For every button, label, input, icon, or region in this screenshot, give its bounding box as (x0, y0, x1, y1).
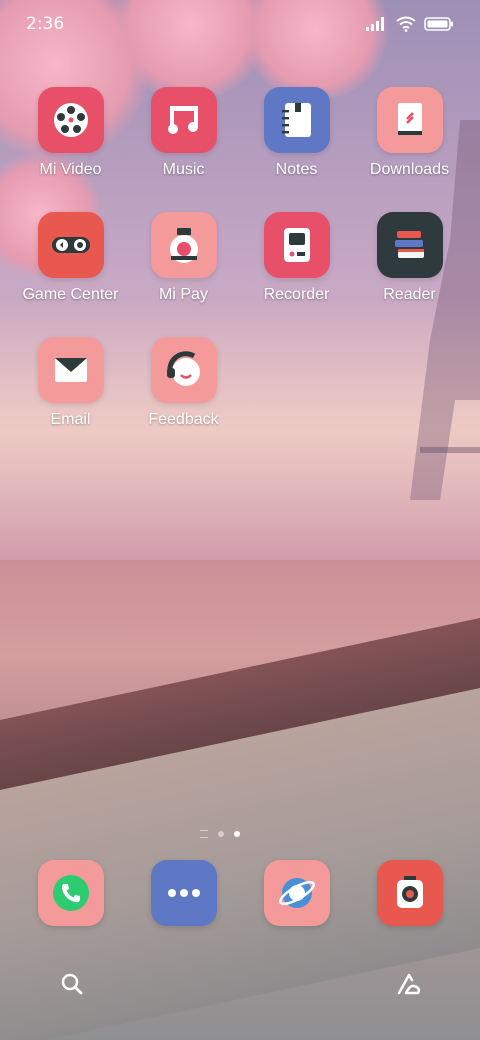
app-notes[interactable]: Notes (240, 87, 353, 179)
books-icon (376, 212, 443, 278)
app-game-center[interactable]: Game Center (14, 212, 127, 304)
film-reel-icon (37, 87, 104, 153)
signal-icon (366, 17, 384, 31)
dock-browser[interactable] (264, 860, 330, 926)
music-note-icon (150, 87, 217, 153)
app-recorder[interactable]: Recorder (240, 212, 353, 304)
app-feedback[interactable]: Feedback (127, 337, 240, 429)
page-dot (218, 831, 224, 837)
app-label: Recorder (263, 286, 330, 303)
app-music[interactable]: Music (127, 87, 240, 179)
messages-icon (168, 889, 200, 897)
status-bar: 2:36 (0, 0, 480, 50)
wifi-icon (396, 16, 416, 32)
app-label: Game Center (22, 286, 119, 303)
status-time: 2:36 (26, 14, 65, 34)
app-email[interactable]: Email (14, 337, 127, 429)
app-label: Notes (275, 161, 318, 178)
app-label: Mi Video (39, 161, 102, 178)
status-icons (366, 16, 454, 32)
gamepad-icon (37, 212, 104, 278)
page-indicator[interactable] (200, 830, 240, 838)
browser-icon (279, 878, 315, 908)
app-label: Email (50, 411, 91, 428)
home-screen: 2:36 Mi Video Music Notes Downloads Game… (0, 0, 480, 1040)
app-mi-pay[interactable]: Mi Pay (127, 212, 240, 304)
assistant-button[interactable] (384, 958, 436, 1010)
recorder-icon (263, 212, 330, 278)
app-reader[interactable]: Reader (353, 212, 466, 304)
assistant-icon (397, 973, 421, 995)
phone-icon (53, 875, 89, 911)
headset-icon (150, 337, 217, 403)
app-mi-video[interactable]: Mi Video (14, 87, 127, 179)
app-label: Downloads (369, 161, 450, 178)
app-label: Mi Pay (159, 286, 208, 303)
app-label: Music (162, 161, 205, 178)
page-dot-active (234, 831, 240, 837)
download-tray-icon (376, 87, 443, 153)
app-label: Feedback (148, 411, 219, 428)
app-downloads[interactable]: Downloads (353, 87, 466, 179)
dock-messages[interactable] (151, 860, 217, 926)
battery-icon (424, 17, 453, 31)
dock-camera[interactable] (377, 860, 443, 926)
camera-icon (397, 876, 423, 908)
search-button[interactable] (46, 958, 98, 1010)
search-icon (61, 973, 83, 995)
page-indicator-list (200, 830, 208, 838)
dock-phone[interactable] (38, 860, 104, 926)
wallet-icon (150, 212, 217, 278)
app-label: Reader (383, 286, 436, 303)
notebook-icon (263, 87, 330, 153)
envelope-icon (37, 337, 104, 403)
